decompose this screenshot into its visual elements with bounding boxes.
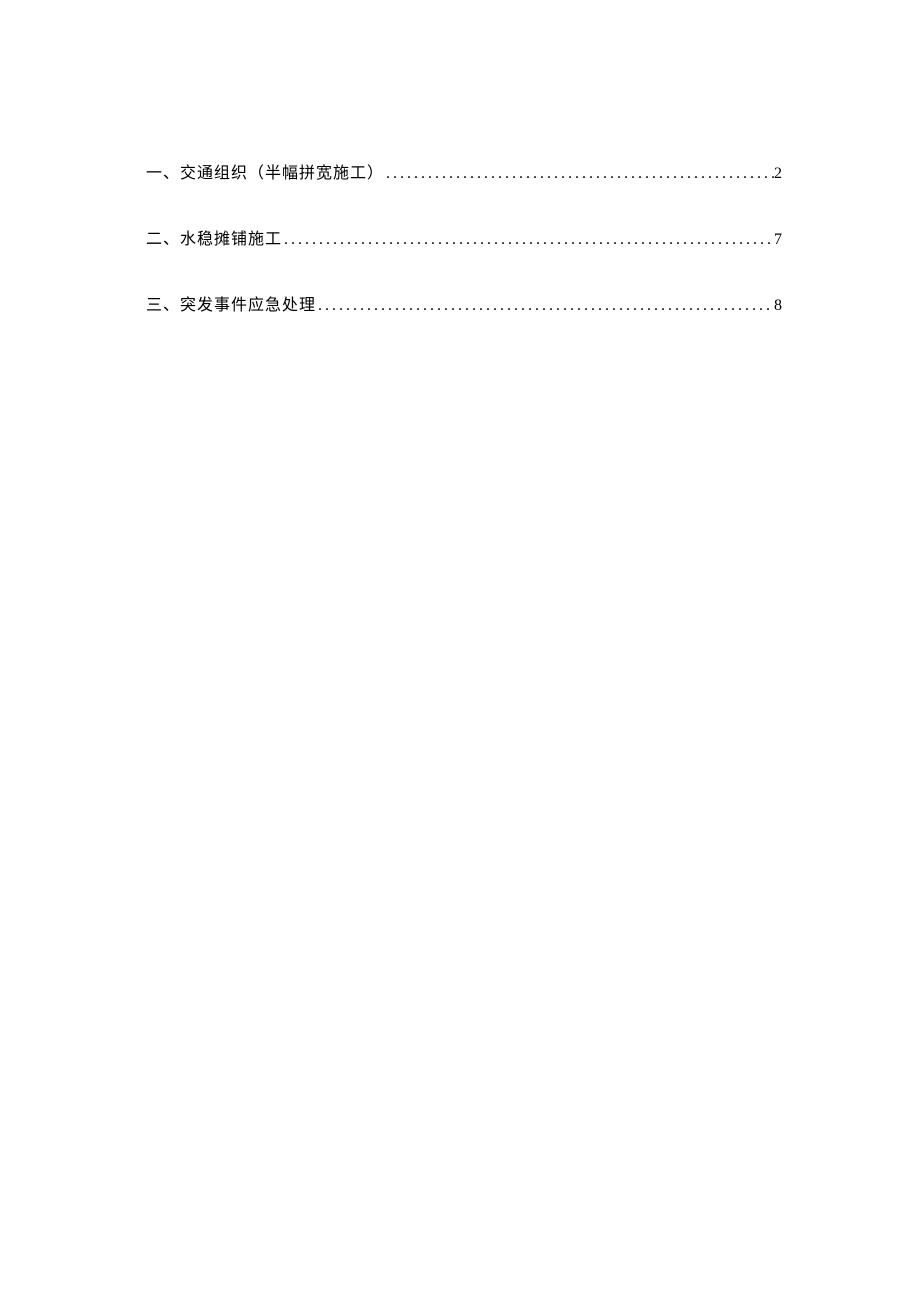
toc-leader-dots: [316, 294, 774, 318]
toc-entry-page: 7: [774, 228, 782, 252]
toc-leader-dots: [384, 162, 774, 186]
toc-leader-dots: [282, 228, 774, 252]
table-of-contents: 一、交通组织（半幅拼宽施工） 2 二、水稳摊铺施工 7 三、突发事件应急处理 8: [146, 162, 782, 318]
toc-entry-title: 三、突发事件应急处理: [146, 294, 316, 318]
toc-entry-title: 一、交通组织（半幅拼宽施工）: [146, 162, 384, 186]
toc-entry-page: 2: [774, 162, 782, 186]
toc-entry[interactable]: 二、水稳摊铺施工 7: [146, 228, 782, 252]
toc-entry-title: 二、水稳摊铺施工: [146, 228, 282, 252]
toc-entry-page: 8: [774, 294, 782, 318]
toc-entry[interactable]: 三、突发事件应急处理 8: [146, 294, 782, 318]
toc-entry[interactable]: 一、交通组织（半幅拼宽施工） 2: [146, 162, 782, 186]
